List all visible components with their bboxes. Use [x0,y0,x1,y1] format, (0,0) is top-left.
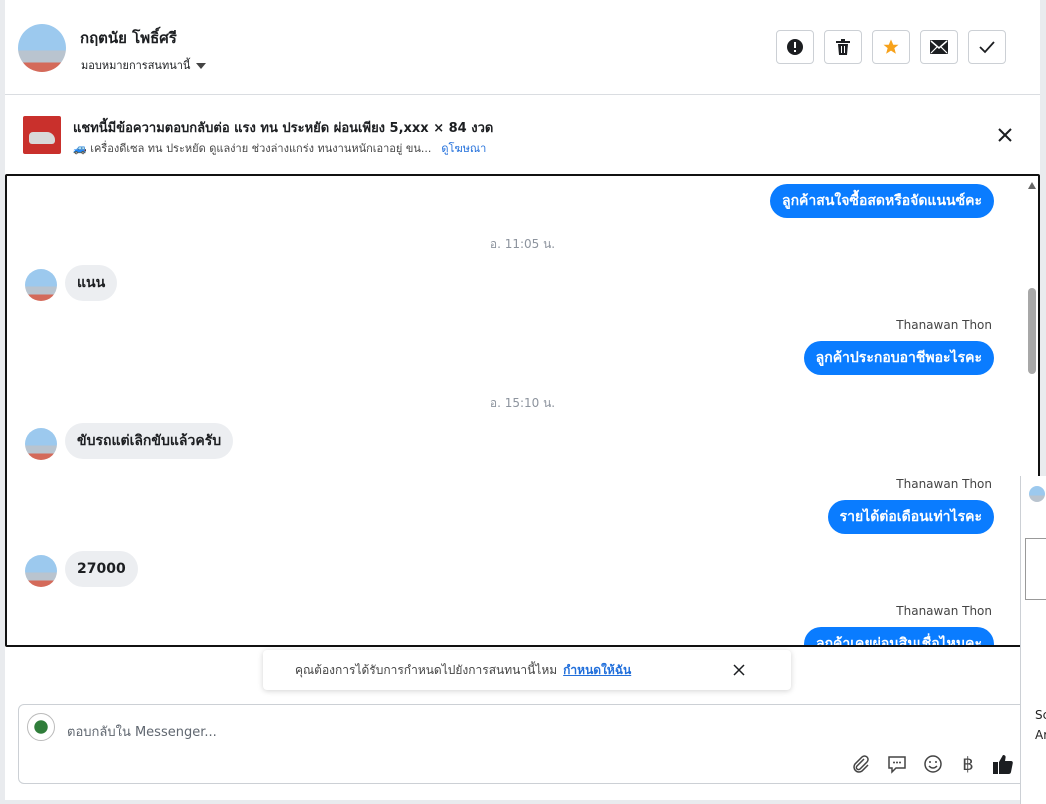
ad-thumbnail[interactable] [23,116,61,154]
ad-title: แชทนี้มีข้อความตอบกลับต่อ แรง ทน ประหยัด… [73,121,494,136]
ad-description-row: 🚙 เครื่องดีเซล ทน ประหยัด ดูแลง่าย ช่วงล… [73,139,486,157]
view-ad-link[interactable]: ดูโฆษณา [441,142,486,155]
delete-button[interactable] [824,30,862,64]
assign-notice-text: คุณต้องการได้รับการกำหนดไปยังการสนทนานี้… [295,663,558,677]
outgoing-message[interactable]: รายได้ต่อเดือนเท่าไรคะ [827,500,994,534]
ad-description: 🚙 เครื่องดีเซล ทน ประหยัด ดูแลง่าย ช่วงล… [73,142,432,155]
reply-composer[interactable]: ตอบกลับใน Messenger... ฿ [18,704,1040,784]
outgoing-message[interactable]: ลูกค้าเคยผ่อนสินเชื่อไหมคะ [803,627,994,645]
close-icon[interactable] [995,125,1015,145]
side-chat-panel: Sc Ar [1020,476,1046,804]
side-text: Ar [1035,728,1046,742]
star-icon [883,39,899,54]
contact-avatar-small[interactable] [25,269,57,301]
sender-name: Thanawan Thon [896,477,992,491]
paperclip-icon[interactable] [849,752,873,776]
star-button[interactable] [872,30,910,64]
outgoing-message[interactable]: ลูกค้าประกอบอาชีพอะไรคะ [803,341,994,375]
thumbs-up-icon[interactable] [991,752,1015,776]
side-preview-box[interactable] [1025,538,1046,600]
trash-icon [836,39,850,55]
scroll-up-arrow-icon[interactable] [1028,182,1036,189]
conversation-header: กฤตนัย โพธิ์ศรี มอบหมายการสนทนานี้ [5,0,1040,95]
exclamation-icon [787,39,803,55]
close-icon[interactable] [731,662,747,678]
message-thread[interactable]: ลูกค้าสนใจซื้อสดหรือจัดแนนซ์คะ อ. 11:05 … [5,174,1040,647]
sender-name: Thanawan Thon [896,318,992,332]
incoming-message[interactable]: แนน [65,265,118,301]
conversation-panel: กฤตนัย โพธิ์ศรี มอบหมายการสนทนานี้ แชทนี… [5,0,1040,800]
spam-button[interactable] [776,30,814,64]
page-avatar [27,713,55,741]
contact-avatar[interactable] [18,24,66,72]
ad-banner: แชทนี้มีข้อความตอบกลับต่อ แรง ทน ประหยัด… [5,95,1040,173]
assign-notice: คุณต้องการได้รับการกำหนดไปยังการสนทนานี้… [263,650,791,690]
assign-dropdown[interactable]: มอบหมายการสนทนานี้ [81,56,207,74]
caret-down-icon [196,63,207,69]
side-avatar[interactable] [1029,486,1045,502]
checkmark-icon [979,41,995,54]
contact-name[interactable]: กฤตนัย โพธิ์ศรี [80,26,177,50]
saved-reply-icon[interactable] [885,752,909,776]
timestamp: อ. 15:10 น. [489,396,556,410]
incoming-message[interactable]: 27000 [65,551,138,587]
sender-name: Thanawan Thon [896,604,992,618]
side-text: Sc [1035,708,1046,722]
assign-notice-row: คุณต้องการได้รับการกำหนดไปยังการสนทนานี้… [295,661,631,680]
scrollbar-thumb[interactable] [1028,288,1036,374]
timestamp: อ. 11:05 น. [489,237,556,251]
mark-unread-button[interactable] [920,30,958,64]
outgoing-message[interactable]: ลูกค้าสนใจซื้อสดหรือจัดแนนซ์คะ [770,184,994,218]
contact-avatar-small[interactable] [25,428,57,460]
envelope-icon [930,40,948,54]
baht-icon[interactable]: ฿ [956,752,980,776]
contact-avatar-small[interactable] [25,555,57,587]
reply-input[interactable]: ตอบกลับใน Messenger... [67,721,217,742]
mark-done-button[interactable] [968,30,1006,64]
incoming-message[interactable]: ขับรถแต่เลิกขับแล้วครับ [65,423,234,459]
assign-label: มอบหมายการสนทนานี้ [81,59,191,72]
emoji-icon[interactable] [921,752,945,776]
assign-to-me-link[interactable]: กำหนดให้ฉัน [563,663,631,677]
